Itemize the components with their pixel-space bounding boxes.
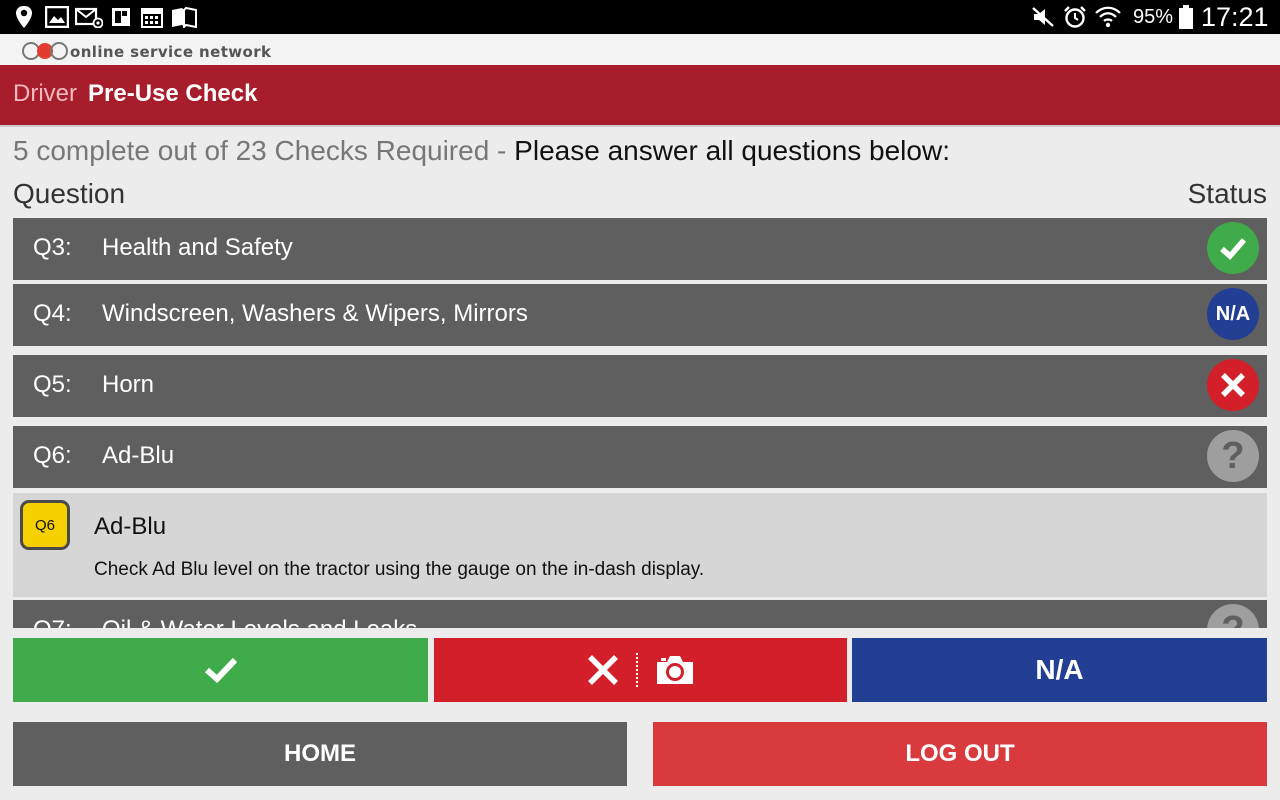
question-label: Ad-Blu [102, 442, 175, 469]
wifi-icon [1095, 5, 1121, 29]
question-number: Q7: [33, 616, 72, 628]
brand-tagline: online service network [70, 43, 272, 61]
progress-text: 5 complete out of 23 Checks Required - [13, 135, 507, 166]
question-row-q5[interactable]: Q5: Horn [13, 355, 1267, 417]
mute-icon [1030, 5, 1056, 29]
question-row-q6[interactable]: Q6: Ad-Blu ? [13, 426, 1267, 488]
clock: 17:21 [1201, 2, 1269, 32]
book-icon [170, 5, 198, 29]
check-icon [1207, 222, 1259, 274]
pass-button[interactable] [13, 638, 428, 702]
calendar-icon [140, 5, 164, 29]
not-applicable-button[interactable]: N/A [852, 638, 1267, 702]
fail-with-photo-button[interactable] [434, 638, 847, 702]
question-number: Q4: [33, 300, 72, 327]
status-bar: 95% 17:21 [0, 0, 1280, 34]
question-row-q3[interactable]: Q3: Health and Safety [13, 218, 1267, 280]
question-mark-icon: ? [1207, 430, 1259, 482]
question-number: Q3: [33, 234, 72, 261]
detail-title: Ad-Blu [94, 513, 167, 540]
camera-icon [656, 656, 693, 684]
question-label: Oil & Water Levels and Leaks [102, 616, 417, 628]
status-column-header: Status [1187, 178, 1267, 209]
question-number: Q5: [33, 371, 72, 398]
app-title: Pre-Use Check [88, 80, 258, 107]
app-name-prefix: Driver [13, 80, 77, 107]
alarm-icon [1062, 5, 1088, 29]
logout-button[interactable]: LOG OUT [653, 722, 1267, 786]
progress-summary: 5 complete out of 23 Checks Required - P… [13, 135, 950, 167]
question-mark-icon: ? [1207, 604, 1259, 628]
question-number: Q6: [33, 442, 72, 469]
question-label: Horn [102, 371, 155, 398]
email-icon [75, 5, 103, 29]
r2c-logo [22, 41, 68, 61]
question-row-q4[interactable]: Q4: Windscreen, Washers & Wipers, Mirror… [13, 284, 1267, 346]
battery-icon [1178, 5, 1194, 29]
question-label: Windscreen, Washers & Wipers, Mirrors [102, 300, 528, 327]
instruction-text: Please answer all questions below: [514, 135, 950, 166]
flipboard-icon [110, 5, 132, 29]
question-badge: Q6 [20, 500, 70, 550]
question-row-q7[interactable]: Q7: Oil & Water Levels and Leaks ? [13, 600, 1267, 628]
battery-percent: 95% [1133, 6, 1174, 28]
gallery-icon [44, 5, 70, 29]
question-column-header: Question [13, 178, 126, 209]
detail-description: Check Ad Blu level on the tractor using … [94, 559, 705, 580]
cross-icon [1207, 359, 1259, 411]
question-label: Health and Safety [102, 234, 293, 261]
na-status-badge: N/A [1207, 288, 1259, 340]
location-icon [12, 5, 36, 29]
cross-icon [587, 655, 618, 685]
question-detail-panel: Q6 Ad-Blu Check Ad Blu level on the trac… [13, 493, 1267, 597]
question-list[interactable]: Q3: Health and Safety Q4: Windscreen, Wa… [13, 218, 1267, 628]
button-divider [635, 653, 638, 687]
check-icon [204, 657, 237, 684]
home-button[interactable]: HOME [13, 722, 627, 786]
